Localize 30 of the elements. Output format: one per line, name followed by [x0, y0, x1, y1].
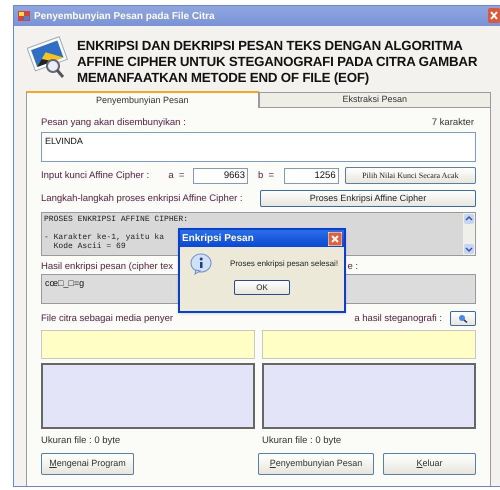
app-heading: ENKRIPSI DAN DEKRIPSI PESAN TEKS DENGAN ALGORITMA AFFINE CIPHER UNTUK STEGANOGRAFI PADA CITRA GAMBAR MEMANFAATKAN METODE END OF FILE (EOF)	[77, 38, 478, 86]
key-a-field[interactable]: 9663	[193, 168, 248, 184]
message-field[interactable]: ELVINDA	[41, 132, 476, 162]
about-button[interactable]: Mengenai Program	[41, 452, 134, 474]
char-count: 7 karakter	[432, 116, 474, 130]
file-size: Ukuran file : 0 byte	[262, 434, 342, 448]
cipher-label-end: e :	[347, 260, 358, 272]
key-label: Input kunci Affine Cipher :	[41, 168, 150, 183]
cipher-label: Hasil enkripsi pesan (cipher tex	[41, 260, 174, 272]
tab[interactable]: Ekstraksi Pesan	[258, 92, 491, 107]
dialog-title: Enkripsi Pesan	[182, 232, 254, 246]
stego-image-label: a hasil steganografi :	[354, 312, 442, 326]
encrypt-button[interactable]: Proses Enkripsi Affine Cipher	[260, 190, 476, 208]
dialog-message: Proses enkripsi pesan selesai!	[230, 258, 338, 270]
file-size: Ukuran file : 0 byte	[41, 434, 122, 448]
random-key-button[interactable]: Pilih Nilai Kunci Secara Acak	[344, 167, 476, 184]
log-line: PROSES ENKRIPSI AFFINE CIPHER:	[44, 215, 188, 224]
log-line: Kode Ascii = 69	[52, 242, 126, 252]
a-label: a =	[168, 168, 186, 183]
window-title: Penyembunyian Pesan pada File Citra	[34, 10, 215, 24]
cover-image-label: File citra sebagai media penyer	[41, 312, 174, 326]
hide-message-button[interactable]: Penyembunyian Pesan	[258, 452, 374, 474]
ok-button[interactable]: OK	[234, 280, 290, 295]
exit-button[interactable]: Keluar	[383, 452, 476, 474]
log-line: - Karakter ke-1, yaitu ka	[44, 233, 164, 242]
tab[interactable]: Penyembunyian Pesan	[26, 91, 258, 108]
message-label: Pesan yang akan disembunyikan :	[41, 116, 186, 130]
steps-label: Langkah-langkah proses enkripsi Affine Cipher :	[41, 192, 244, 206]
key-b-field[interactable]: 1256	[284, 168, 339, 184]
b-label: b =	[257, 168, 276, 183]
